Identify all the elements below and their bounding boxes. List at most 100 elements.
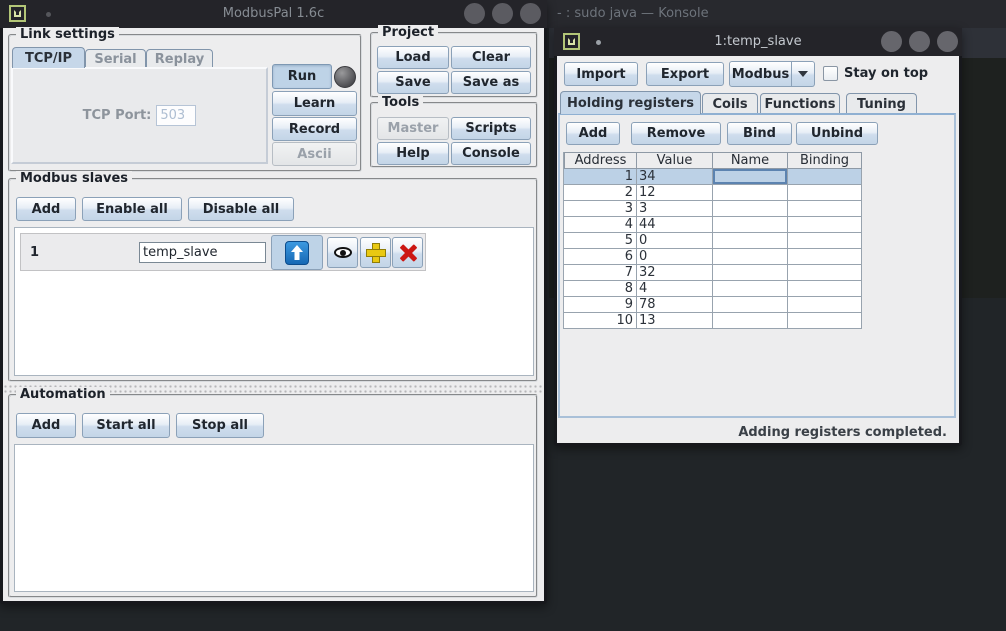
- register-cell-value[interactable]: 0: [637, 233, 713, 249]
- tab-holding-registers[interactable]: Holding registers: [560, 91, 701, 114]
- register-row[interactable]: 134: [564, 169, 863, 185]
- register-cell-binding[interactable]: [788, 169, 862, 185]
- register-row[interactable]: 978: [564, 297, 863, 313]
- tcp-port-field[interactable]: [156, 105, 196, 126]
- add-automation-button[interactable]: Add: [16, 413, 76, 438]
- slave-name-input[interactable]: [139, 242, 266, 263]
- register-cell-binding[interactable]: [788, 217, 862, 233]
- close-button[interactable]: [937, 31, 958, 52]
- load-button[interactable]: Load: [377, 46, 449, 69]
- slave-window-titlebar[interactable]: 1:temp_slave: [554, 28, 962, 56]
- register-cell-address[interactable]: 7: [564, 265, 637, 281]
- chevron-down-icon[interactable]: [792, 61, 815, 87]
- unbind-button[interactable]: Unbind: [796, 122, 878, 145]
- register-cell-address[interactable]: 4: [564, 217, 637, 233]
- import-button[interactable]: Import: [564, 62, 638, 86]
- modbuspal-titlebar[interactable]: ModbusPal 1.6c: [0, 0, 547, 28]
- register-cell-value[interactable]: 32: [637, 265, 713, 281]
- register-cell-name[interactable]: [713, 233, 788, 249]
- konsole-window-titlebar[interactable]: - : sudo java — Konsole: [545, 0, 1006, 28]
- stop-all-button[interactable]: Stop all: [176, 413, 264, 438]
- remove-slave-button[interactable]: [392, 237, 423, 268]
- learn-button[interactable]: Learn: [272, 91, 357, 116]
- export-button[interactable]: Export: [646, 62, 724, 86]
- register-cell-name[interactable]: [713, 169, 788, 185]
- register-cell-value[interactable]: 34: [637, 169, 713, 185]
- col-header-name[interactable]: Name: [713, 152, 788, 169]
- register-cell-address[interactable]: 10: [564, 313, 637, 329]
- register-row[interactable]: 50: [564, 233, 863, 249]
- register-cell-binding[interactable]: [788, 185, 862, 201]
- console-button[interactable]: Console: [451, 142, 531, 165]
- register-row[interactable]: 84: [564, 281, 863, 297]
- record-button[interactable]: Record: [272, 117, 357, 141]
- register-cell-name[interactable]: [713, 217, 788, 233]
- register-cell-address[interactable]: 2: [564, 185, 637, 201]
- master-button[interactable]: Master: [377, 117, 449, 140]
- enable-all-button[interactable]: Enable all: [82, 197, 182, 221]
- register-cell-name[interactable]: [713, 249, 788, 265]
- register-cell-value[interactable]: 12: [637, 185, 713, 201]
- tab-tuning[interactable]: Tuning: [846, 93, 917, 114]
- add-register-button[interactable]: Add: [566, 122, 620, 145]
- register-cell-address[interactable]: 1: [564, 169, 637, 185]
- register-cell-binding[interactable]: [788, 281, 862, 297]
- register-row[interactable]: 60: [564, 249, 863, 265]
- register-cell-binding[interactable]: [788, 249, 862, 265]
- col-header-address[interactable]: Address: [564, 152, 637, 169]
- register-cell-binding[interactable]: [788, 265, 862, 281]
- register-cell-address[interactable]: 6: [564, 249, 637, 265]
- protocol-select[interactable]: Modbus: [729, 61, 815, 87]
- tab-coils[interactable]: Coils: [702, 93, 758, 114]
- save-as-button[interactable]: Save as: [451, 71, 531, 94]
- register-cell-value[interactable]: 3: [637, 201, 713, 217]
- remove-register-button[interactable]: Remove: [631, 122, 721, 145]
- register-row[interactable]: 444: [564, 217, 863, 233]
- add-slave-button[interactable]: Add: [16, 197, 76, 221]
- register-cell-value[interactable]: 0: [637, 249, 713, 265]
- col-header-value[interactable]: Value: [637, 152, 713, 169]
- register-cell-value[interactable]: 13: [637, 313, 713, 329]
- register-cell-address[interactable]: 3: [564, 201, 637, 217]
- register-cell-name[interactable]: [713, 185, 788, 201]
- register-cell-binding[interactable]: [788, 201, 862, 217]
- clear-button[interactable]: Clear: [451, 46, 531, 69]
- register-cell-address[interactable]: 9: [564, 297, 637, 313]
- disable-all-button[interactable]: Disable all: [188, 197, 294, 221]
- register-cell-value[interactable]: 44: [637, 217, 713, 233]
- tab-tcpip[interactable]: TCP/IP: [12, 47, 85, 68]
- ascii-button[interactable]: Ascii: [272, 142, 357, 166]
- minimize-button[interactable]: [464, 3, 485, 24]
- register-row[interactable]: 212: [564, 185, 863, 201]
- maximize-button[interactable]: [909, 31, 930, 52]
- register-cell-value[interactable]: 78: [637, 297, 713, 313]
- scripts-button[interactable]: Scripts: [451, 117, 531, 140]
- close-button[interactable]: [520, 3, 541, 24]
- help-button[interactable]: Help: [377, 142, 449, 165]
- duplicate-slave-button[interactable]: [360, 237, 391, 268]
- stay-on-top-checkbox[interactable]: [823, 66, 838, 81]
- register-row[interactable]: 33: [564, 201, 863, 217]
- show-slave-panel-button[interactable]: [327, 237, 358, 268]
- tab-replay[interactable]: Replay: [146, 49, 213, 68]
- register-cell-binding[interactable]: [788, 233, 862, 249]
- register-cell-binding[interactable]: [788, 297, 862, 313]
- register-cell-binding[interactable]: [788, 313, 862, 329]
- register-row[interactable]: 732: [564, 265, 863, 281]
- minimize-button[interactable]: [881, 31, 902, 52]
- enable-slave-toggle[interactable]: [271, 235, 323, 270]
- register-cell-address[interactable]: 8: [564, 281, 637, 297]
- tab-serial[interactable]: Serial: [85, 49, 146, 68]
- register-cell-name[interactable]: [713, 265, 788, 281]
- tab-functions[interactable]: Functions: [760, 93, 840, 114]
- col-header-binding[interactable]: Binding: [788, 152, 862, 169]
- register-cell-name[interactable]: [713, 201, 788, 217]
- save-button[interactable]: Save: [377, 71, 449, 94]
- maximize-button[interactable]: [492, 3, 513, 24]
- register-row[interactable]: 1013: [564, 313, 863, 329]
- run-button[interactable]: Run: [272, 64, 332, 89]
- register-cell-address[interactable]: 5: [564, 233, 637, 249]
- start-all-button[interactable]: Start all: [82, 413, 170, 438]
- bind-button[interactable]: Bind: [727, 122, 792, 145]
- register-cell-value[interactable]: 4: [637, 281, 713, 297]
